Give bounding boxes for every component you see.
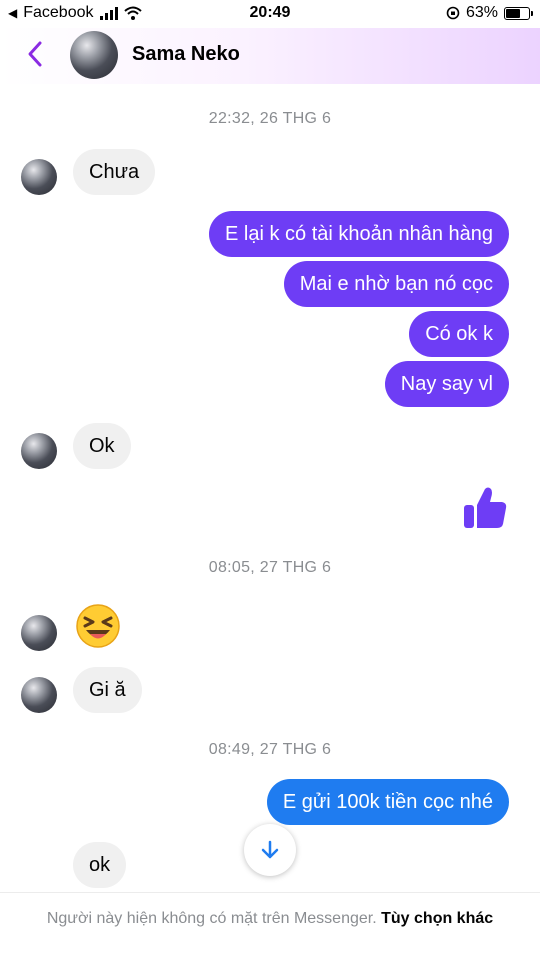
back-button[interactable] (20, 38, 52, 70)
outgoing-message[interactable]: E gửi 100k tiền cọc nhé (266, 779, 509, 825)
sender-avatar[interactable] (21, 159, 57, 195)
contact-avatar[interactable] (70, 31, 118, 79)
outgoing-message[interactable]: Nay say vl (384, 361, 509, 407)
orientation-lock-icon (446, 6, 460, 20)
timestamp-separator: 22:32, 26 THG 6 (208, 110, 332, 127)
outgoing-message[interactable]: Mai e nhờ bạn nó cọc (283, 261, 509, 307)
incoming-message[interactable]: ok (73, 842, 127, 888)
unavailable-footer: Người này hiện không có mặt trên Messeng… (0, 892, 540, 960)
incoming-message[interactable]: Chưa (73, 149, 156, 195)
battery-percent: 63% (465, 4, 498, 21)
status-bar: ◀ Facebook 20:49 63% (0, 0, 540, 28)
timestamp-separator: 08:05, 27 THG 6 (208, 559, 332, 576)
chat-header: Sama Neko (0, 28, 540, 84)
scroll-to-bottom-button[interactable] (244, 824, 296, 876)
outgoing-message[interactable]: Có ok k (409, 311, 509, 357)
status-right: 63% (446, 4, 533, 22)
timestamp-separator: 08:49, 27 THG 6 (208, 741, 332, 758)
thumbs-up-icon[interactable] (461, 484, 509, 532)
chevron-left-icon (28, 41, 42, 67)
unavailable-notice: Người này hiện không có mặt trên Messeng… (46, 910, 377, 927)
sender-avatar[interactable] (21, 433, 57, 469)
incoming-message[interactable]: Gi ă (73, 667, 142, 713)
laughing-emoji-icon[interactable] (75, 603, 121, 649)
incoming-message[interactable]: Ok (73, 423, 131, 469)
contact-name[interactable]: Sama Neko (132, 43, 240, 66)
battery-icon (504, 6, 533, 20)
arrow-down-icon (261, 840, 279, 859)
sender-avatar[interactable] (21, 615, 57, 651)
more-options-link[interactable]: Tùy chọn khác (381, 910, 493, 927)
outgoing-message[interactable]: E lại k có tài khoản nhân hàng (209, 211, 509, 257)
battery-level-fill (506, 8, 520, 18)
sender-avatar[interactable] (21, 677, 57, 713)
